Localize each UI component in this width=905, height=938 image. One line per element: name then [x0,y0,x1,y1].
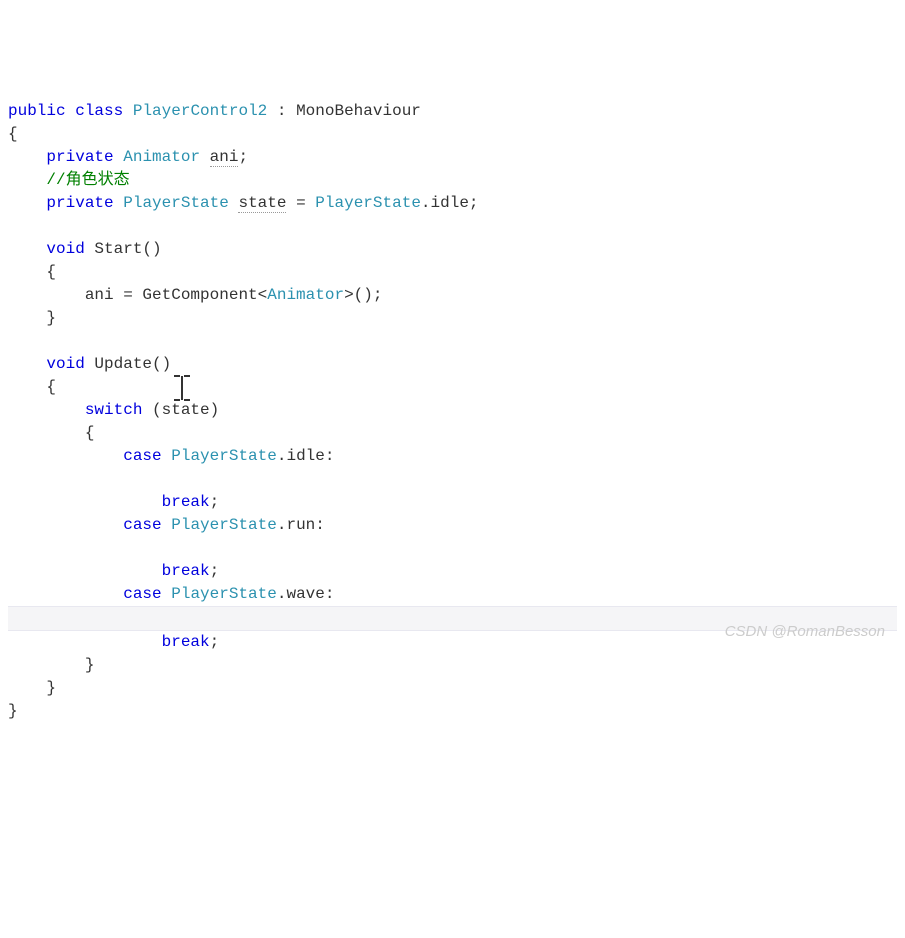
brace: { [46,378,56,396]
type-animator: Animator [267,286,344,304]
class-name: PlayerControl2 [133,102,267,120]
keyword-case: case [123,447,161,465]
keyword-break: break [162,493,210,511]
keyword-void: void [46,240,84,258]
brace: { [8,125,18,143]
text: .idle: [277,447,335,465]
var-ani: ani [210,148,239,167]
text: .run: [277,516,325,534]
semicolon: ; [210,633,220,651]
keyword-break: break [162,633,210,651]
semicolon: ; [210,493,220,511]
text: .wave: [277,585,335,603]
type-animator: Animator [123,148,200,166]
keyword-void: void [46,355,84,373]
keyword-class: class [75,102,123,120]
brace: } [46,309,56,327]
semicolon: ; [210,562,220,580]
current-line-highlight [8,606,897,631]
var-state: state [238,194,286,213]
method-update: Update() [85,355,171,373]
method-start: Start() [85,240,162,258]
keyword-private: private [46,148,113,166]
brace: } [85,656,95,674]
comment: //角色状态 [46,171,129,189]
brace: } [8,702,18,720]
brace: } [46,679,56,697]
text: : MonoBehaviour [267,102,421,120]
type-playerstate: PlayerState [171,585,277,603]
text: ani = GetComponent< [85,286,267,304]
code-block: public class PlayerControl2 : MonoBehavi… [8,100,897,723]
type-playerstate: PlayerState [171,447,277,465]
keyword-break: break [162,562,210,580]
brace: { [85,424,95,442]
type-playerstate: PlayerState [123,194,229,212]
text: .idle; [421,194,479,212]
text: (state) [142,401,219,419]
keyword-case: case [123,585,161,603]
text: = [286,194,315,212]
keyword-public: public [8,102,66,120]
keyword-case: case [123,516,161,534]
brace: { [46,263,56,281]
type-playerstate: PlayerState [171,516,277,534]
type-playerstate: PlayerState [315,194,421,212]
keyword-private: private [46,194,113,212]
semicolon: ; [238,148,248,166]
text: >(); [344,286,382,304]
keyword-switch: switch [85,401,143,419]
